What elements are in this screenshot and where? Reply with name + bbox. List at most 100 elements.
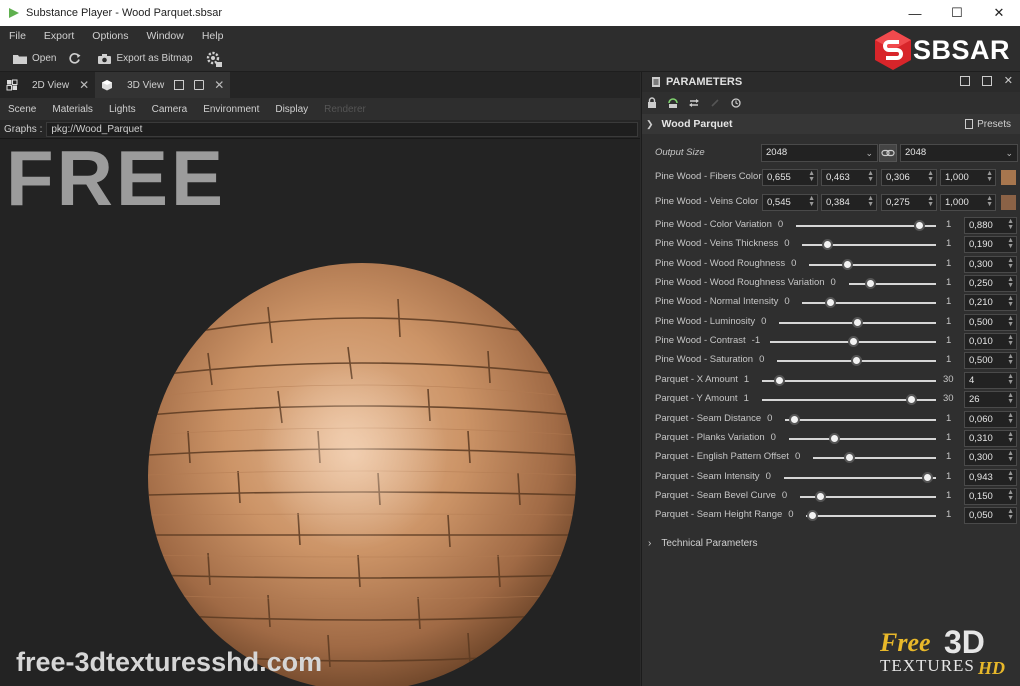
- color-channel-field[interactable]: 0,545 ▲ ▼: [762, 194, 818, 211]
- spinner-icon[interactable]: ▲ ▼: [1007, 450, 1014, 463]
- spinner-icon[interactable]: ▲ ▼: [1007, 392, 1014, 405]
- slider-handle[interactable]: [864, 278, 876, 290]
- spinner-icon[interactable]: ▲ ▼: [927, 195, 934, 208]
- restore-icon[interactable]: [959, 76, 970, 86]
- spinner-icon[interactable]: ▲ ▼: [808, 170, 815, 183]
- fullscreen-icon[interactable]: [194, 80, 205, 90]
- close-icon[interactable]: ✕: [79, 78, 89, 92]
- slider-value-field[interactable]: 0,050 ▲ ▼: [964, 507, 1017, 525]
- color-swatch[interactable]: [1001, 170, 1016, 185]
- slider-handle[interactable]: [844, 452, 856, 464]
- spinner-icon[interactable]: ▲ ▼: [1007, 237, 1014, 250]
- slider-value-field[interactable]: 0,880 ▲ ▼: [964, 217, 1017, 234]
- wood-parquet-group[interactable]: ❯ Wood Parquet Presets: [642, 114, 1020, 134]
- menu-file[interactable]: File: [0, 30, 35, 42]
- spinner-icon[interactable]: ▲ ▼: [867, 170, 874, 183]
- view-menu-scene[interactable]: Scene: [0, 104, 44, 115]
- slider-track[interactable]: [788, 437, 936, 440]
- minimize-button[interactable]: —: [894, 0, 936, 26]
- slider-value-field[interactable]: 0,060 ▲ ▼: [964, 410, 1017, 428]
- view-menu-camera[interactable]: Camera: [144, 104, 196, 115]
- slider-handle[interactable]: [822, 239, 834, 251]
- slider-value-field[interactable]: 0,310 ▲ ▼: [964, 429, 1017, 447]
- color-channel-field[interactable]: 0,275 ▲ ▼: [881, 194, 937, 211]
- slider-track[interactable]: [806, 515, 936, 518]
- view-menu-materials[interactable]: Materials: [44, 104, 101, 115]
- slider-handle[interactable]: [841, 258, 853, 270]
- spinner-icon[interactable]: ▲ ▼: [986, 195, 993, 208]
- slider-value-field[interactable]: 0,943 ▲ ▼: [964, 468, 1017, 486]
- slider-handle[interactable]: [851, 355, 863, 367]
- spinner-icon[interactable]: ▲ ▼: [1007, 412, 1014, 425]
- slider-value-field[interactable]: 0,210 ▲ ▼: [964, 294, 1017, 312]
- slider-handle[interactable]: [906, 394, 918, 406]
- output-size-height-select[interactable]: 2048 ⌄: [900, 144, 1018, 162]
- close-icon[interactable]: ✕: [214, 78, 224, 92]
- spinner-icon[interactable]: ▲ ▼: [1007, 257, 1014, 270]
- random-seed-icon[interactable]: [667, 97, 679, 109]
- close-window-button[interactable]: ✕: [978, 0, 1020, 26]
- menu-options[interactable]: Options: [83, 30, 137, 42]
- slider-track[interactable]: [785, 418, 936, 421]
- slider-value-field[interactable]: 4 ▲ ▼: [964, 371, 1017, 389]
- slider-track[interactable]: [761, 379, 936, 382]
- slider-handle[interactable]: [788, 413, 800, 425]
- settings-button[interactable]: [205, 50, 227, 68]
- color-channel-field[interactable]: 1,000 ▲ ▼: [940, 194, 996, 211]
- color-channel-field[interactable]: 1,000 ▲ ▼: [940, 169, 996, 186]
- slider-value-field[interactable]: 0,300 ▲ ▼: [964, 449, 1017, 467]
- menu-window[interactable]: Window: [137, 30, 192, 42]
- reset-icon[interactable]: [730, 97, 742, 109]
- spinner-icon[interactable]: ▲ ▼: [986, 170, 993, 183]
- spinner-icon[interactable]: ▲ ▼: [1007, 295, 1014, 308]
- slider-handle[interactable]: [773, 374, 785, 386]
- slider-value-field[interactable]: 0,300 ▲ ▼: [964, 255, 1017, 273]
- spinner-icon[interactable]: ▲ ▼: [808, 195, 815, 208]
- color-channel-field[interactable]: 0,306 ▲ ▼: [881, 169, 937, 186]
- slider-handle[interactable]: [814, 490, 826, 502]
- slider-handle[interactable]: [921, 471, 933, 483]
- view-menu-lights[interactable]: Lights: [101, 104, 144, 115]
- slider-value-field[interactable]: 0,500 ▲ ▼: [964, 313, 1017, 331]
- slider-value-field[interactable]: 0,190 ▲ ▼: [964, 236, 1017, 254]
- graph-path-field[interactable]: pkg://Wood_Parquet: [46, 121, 639, 137]
- view-menu-environment[interactable]: Environment: [195, 104, 267, 115]
- slider-value-field[interactable]: 26 ▲ ▼: [964, 391, 1017, 409]
- spinner-icon[interactable]: ▲ ▼: [1007, 489, 1014, 502]
- slider-value-field[interactable]: 0,150 ▲ ▼: [964, 487, 1017, 505]
- spinner-icon[interactable]: ▲ ▼: [1007, 315, 1014, 328]
- menu-help[interactable]: Help: [193, 30, 233, 42]
- tab-2d-view[interactable]: 2D View ✕: [0, 72, 95, 98]
- slider-handle[interactable]: [807, 510, 819, 522]
- spinner-icon[interactable]: ▲ ▼: [1007, 276, 1014, 289]
- spinner-icon[interactable]: ▲ ▼: [927, 170, 934, 183]
- spinner-icon[interactable]: ▲ ▼: [1007, 334, 1014, 347]
- output-size-width-select[interactable]: 2048 ⌄: [761, 144, 878, 162]
- slider-track[interactable]: [802, 302, 936, 305]
- 3d-viewport[interactable]: FREE free-3dtexturesshd.com: [0, 139, 640, 686]
- slider-track[interactable]: [848, 283, 936, 286]
- slider-handle[interactable]: [828, 432, 840, 444]
- close-icon[interactable]: ✕: [1004, 76, 1013, 87]
- slider-track[interactable]: [809, 263, 936, 266]
- refresh-button[interactable]: [68, 52, 85, 65]
- maximize-button[interactable]: ☐: [936, 0, 978, 26]
- spinner-icon[interactable]: ▲ ▼: [867, 195, 874, 208]
- technical-parameters-group[interactable]: › Technical Parameters: [642, 534, 1020, 552]
- lock-icon[interactable]: [646, 97, 658, 109]
- swap-icon[interactable]: [688, 97, 700, 109]
- restore-icon[interactable]: [174, 80, 185, 90]
- slider-handle[interactable]: [852, 316, 864, 328]
- link-size-button[interactable]: [879, 144, 897, 162]
- spinner-icon[interactable]: ▲ ▼: [1007, 353, 1014, 366]
- slider-handle[interactable]: [848, 336, 860, 348]
- view-menu-display[interactable]: Display: [267, 104, 316, 115]
- spinner-icon[interactable]: ▲ ▼: [1007, 470, 1014, 483]
- spinner-icon[interactable]: ▲ ▼: [1007, 508, 1014, 521]
- spinner-icon[interactable]: ▲ ▼: [1007, 431, 1014, 444]
- menu-export[interactable]: Export: [35, 30, 83, 42]
- slider-handle[interactable]: [824, 297, 836, 309]
- slider-value-field[interactable]: 0,010 ▲ ▼: [964, 333, 1017, 351]
- slider-value-field[interactable]: 0,250 ▲ ▼: [964, 275, 1017, 293]
- color-channel-field[interactable]: 0,384 ▲ ▼: [821, 194, 877, 211]
